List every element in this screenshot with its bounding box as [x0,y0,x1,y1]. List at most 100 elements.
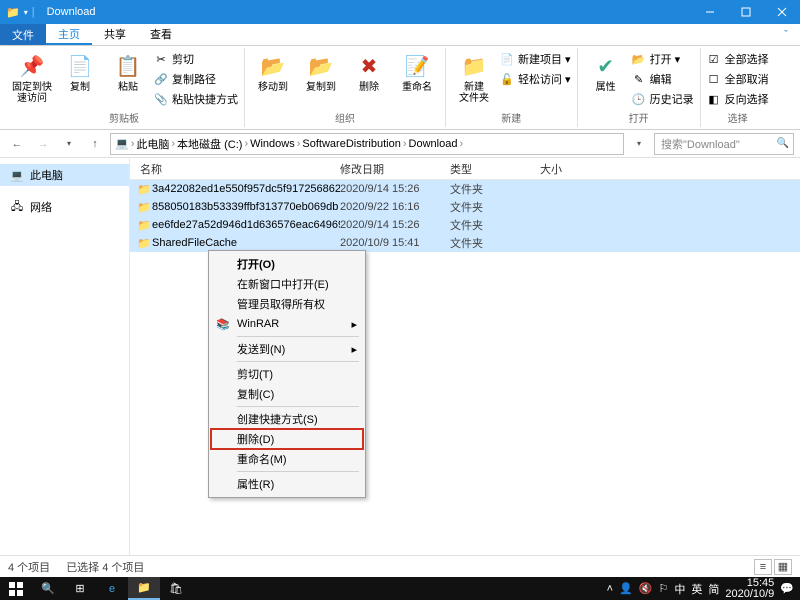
invertselect-button[interactable]: ◧反向选择 [707,90,769,108]
tab-share[interactable]: 共享 [92,24,138,45]
shortcut-icon: 📎 [154,92,168,106]
separator [237,336,359,337]
open-button[interactable]: 📂打开 ▾ [632,50,694,68]
ctx-winrar[interactable]: 📚WinRAR▸ [211,314,363,334]
open-icon: 📂 [632,52,646,66]
nav-back-button[interactable]: ← [6,133,28,155]
table-row[interactable]: 📁ee6fde27a52d946d1d636576eac649692020/9/… [130,216,800,234]
tray-notifications-icon[interactable]: 💬 [780,582,794,595]
col-name[interactable]: 名称 [130,161,340,177]
folder-icon: 📁 [6,6,20,19]
statusbar: 4 个项目 已选择 4 个项目 ≡ ▦ [0,555,800,577]
tray-security-icon[interactable]: ⚐ [658,582,668,595]
group-new-label: 新建 [452,110,571,127]
ime-indicator[interactable]: 简 [708,581,719,597]
col-date[interactable]: 修改日期 [340,161,450,177]
copy-button[interactable]: 📄复制 [58,48,102,93]
taskbar-taskview-button[interactable]: ⊞ [64,577,96,600]
rename-button[interactable]: 📝重命名 [395,48,439,93]
breadcrumb-part[interactable]: Download [409,138,458,150]
newitem-icon: 📄 [500,52,514,66]
invert-icon: ◧ [707,92,721,106]
paste-button[interactable]: 📋粘贴 [106,48,150,93]
sidebar-item-network[interactable]: 🖧网络 [0,196,129,218]
tray-volume-icon[interactable]: 🔇 [639,582,653,595]
ime-indicator[interactable]: 英 [691,581,702,597]
tray-people-icon[interactable]: 👤 [619,582,633,595]
col-type[interactable]: 类型 [450,161,540,177]
ctx-delete[interactable]: 删除(D) [211,429,363,449]
breadcrumb-part[interactable]: 此电脑 [136,136,169,152]
menubar: 文件 主页 共享 查看 ˇ [0,24,800,46]
breadcrumb-part[interactable]: SoftwareDistribution [302,138,400,150]
tab-file[interactable]: 文件 [0,24,46,45]
ctx-admin[interactable]: 管理员取得所有权 [211,294,363,314]
nav-forward-button[interactable]: → [32,133,54,155]
taskbar-explorer-button[interactable]: 📁 [128,577,160,600]
selectnone-button[interactable]: ☐全部取消 [707,70,769,88]
folder-icon: 📁 [136,183,152,196]
ime-indicator[interactable]: 中 [674,581,685,597]
table-row[interactable]: 📁3a422082ed1e550f957dc5f9172568622020/9/… [130,180,800,198]
pc-icon: 💻 [10,168,24,182]
copy-icon: 📄 [66,52,94,80]
nav-recent-button[interactable]: ▾ [58,133,80,155]
newfolder-button[interactable]: 📁新建 文件夹 [452,48,496,104]
pin-quickaccess-button[interactable]: 📌固定到快速访问 [10,48,54,104]
ctx-cut[interactable]: 剪切(T) [211,364,363,384]
easyaccess-button[interactable]: 🔓轻松访问 ▾ [500,70,571,88]
group-organize-label: 组织 [251,110,439,127]
file-area: 名称 修改日期 类型 大小 📁3a422082ed1e550f957dc5f91… [130,158,800,555]
ctx-copy[interactable]: 复制(C) [211,384,363,404]
tab-home[interactable]: 主页 [46,24,92,45]
table-row[interactable]: 📁858050183b53339ffbf313770eb069db2020/9/… [130,198,800,216]
moveto-button[interactable]: 📂移动到 [251,48,295,93]
ribbon-collapse-button[interactable]: ˇ [772,24,800,45]
breadcrumb-part[interactable]: 本地磁盘 (C:) [177,136,242,152]
newitem-button[interactable]: 📄新建项目 ▾ [500,50,571,68]
pasteshortcut-button[interactable]: 📎粘贴快捷方式 [154,90,238,108]
ctx-open[interactable]: 打开(O) [211,254,363,274]
selectall-button[interactable]: ☑全部选择 [707,50,769,68]
ctx-rename[interactable]: 重命名(M) [211,449,363,469]
copypath-button[interactable]: 🔗复制路径 [154,70,238,88]
view-details-button[interactable]: ≡ [754,559,772,575]
start-button[interactable] [0,577,32,600]
path-icon: 🔗 [154,72,168,86]
breadcrumb[interactable]: 💻› 此电脑› 本地磁盘 (C:)› Windows› SoftwareDist… [110,133,624,155]
selectall-icon: ☑ [707,52,721,66]
cut-button[interactable]: ✂剪切 [154,50,238,68]
delete-button[interactable]: ✖删除 [347,48,391,93]
properties-icon: ✔ [592,52,620,80]
ctx-sendto[interactable]: 发送到(N)▸ [211,339,363,359]
nav-up-button[interactable]: ↑ [84,133,106,155]
tab-view[interactable]: 查看 [138,24,184,45]
sidebar-item-thispc[interactable]: 💻此电脑 [0,164,129,186]
properties-button[interactable]: ✔属性 [584,48,628,93]
close-button[interactable] [764,0,800,24]
chevron-right-icon: ▸ [351,343,357,356]
file-list[interactable]: 📁3a422082ed1e550f957dc5f9172568622020/9/… [130,180,800,555]
taskbar-store-button[interactable]: 🛍 [160,577,192,600]
ctx-create-shortcut[interactable]: 创建快捷方式(S) [211,409,363,429]
refresh-button[interactable]: ▾ [628,133,650,155]
search-input[interactable]: 搜索"Download" [654,133,794,155]
ctx-properties[interactable]: 属性(R) [211,474,363,494]
ctx-open-new[interactable]: 在新窗口中打开(E) [211,274,363,294]
maximize-button[interactable] [728,0,764,24]
breadcrumb-part[interactable]: Windows [250,138,295,150]
history-icon: 🕒 [632,92,646,106]
minimize-button[interactable] [692,0,728,24]
status-selected-count: 已选择 4 个项目 [66,559,144,575]
history-button[interactable]: 🕒历史记录 [632,90,694,108]
taskbar-search-button[interactable]: 🔍 [32,577,64,600]
copyto-icon: 📂 [307,52,335,80]
copyto-button[interactable]: 📂复制到 [299,48,343,93]
col-size[interactable]: 大小 [540,161,600,177]
taskbar-edge-button[interactable]: e [96,577,128,600]
dropdown-icon[interactable]: ▾ [24,8,28,17]
tray-chevron-up-icon[interactable]: ˄ [607,583,613,595]
view-icons-button[interactable]: ▦ [774,559,792,575]
edit-button[interactable]: ✎编辑 [632,70,694,88]
taskbar-clock[interactable]: 15:45 2020/10/9 [725,578,774,600]
